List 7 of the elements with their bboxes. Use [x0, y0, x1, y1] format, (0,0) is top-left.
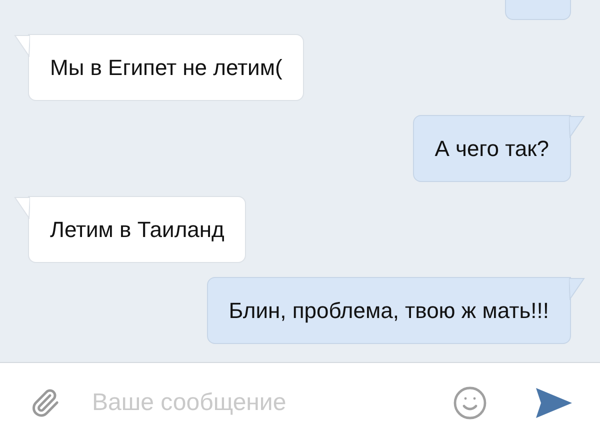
message-text: А чего так? — [434, 136, 549, 161]
paperclip-icon[interactable] — [30, 388, 60, 418]
message-text: Мы в Египет не летим( — [50, 55, 282, 80]
send-icon[interactable] — [536, 388, 572, 418]
message-text: Летим в Таиланд — [50, 217, 224, 242]
smiley-icon[interactable] — [452, 385, 488, 421]
message-text: Блин, проблема, твою ж мать!!! — [228, 298, 549, 323]
